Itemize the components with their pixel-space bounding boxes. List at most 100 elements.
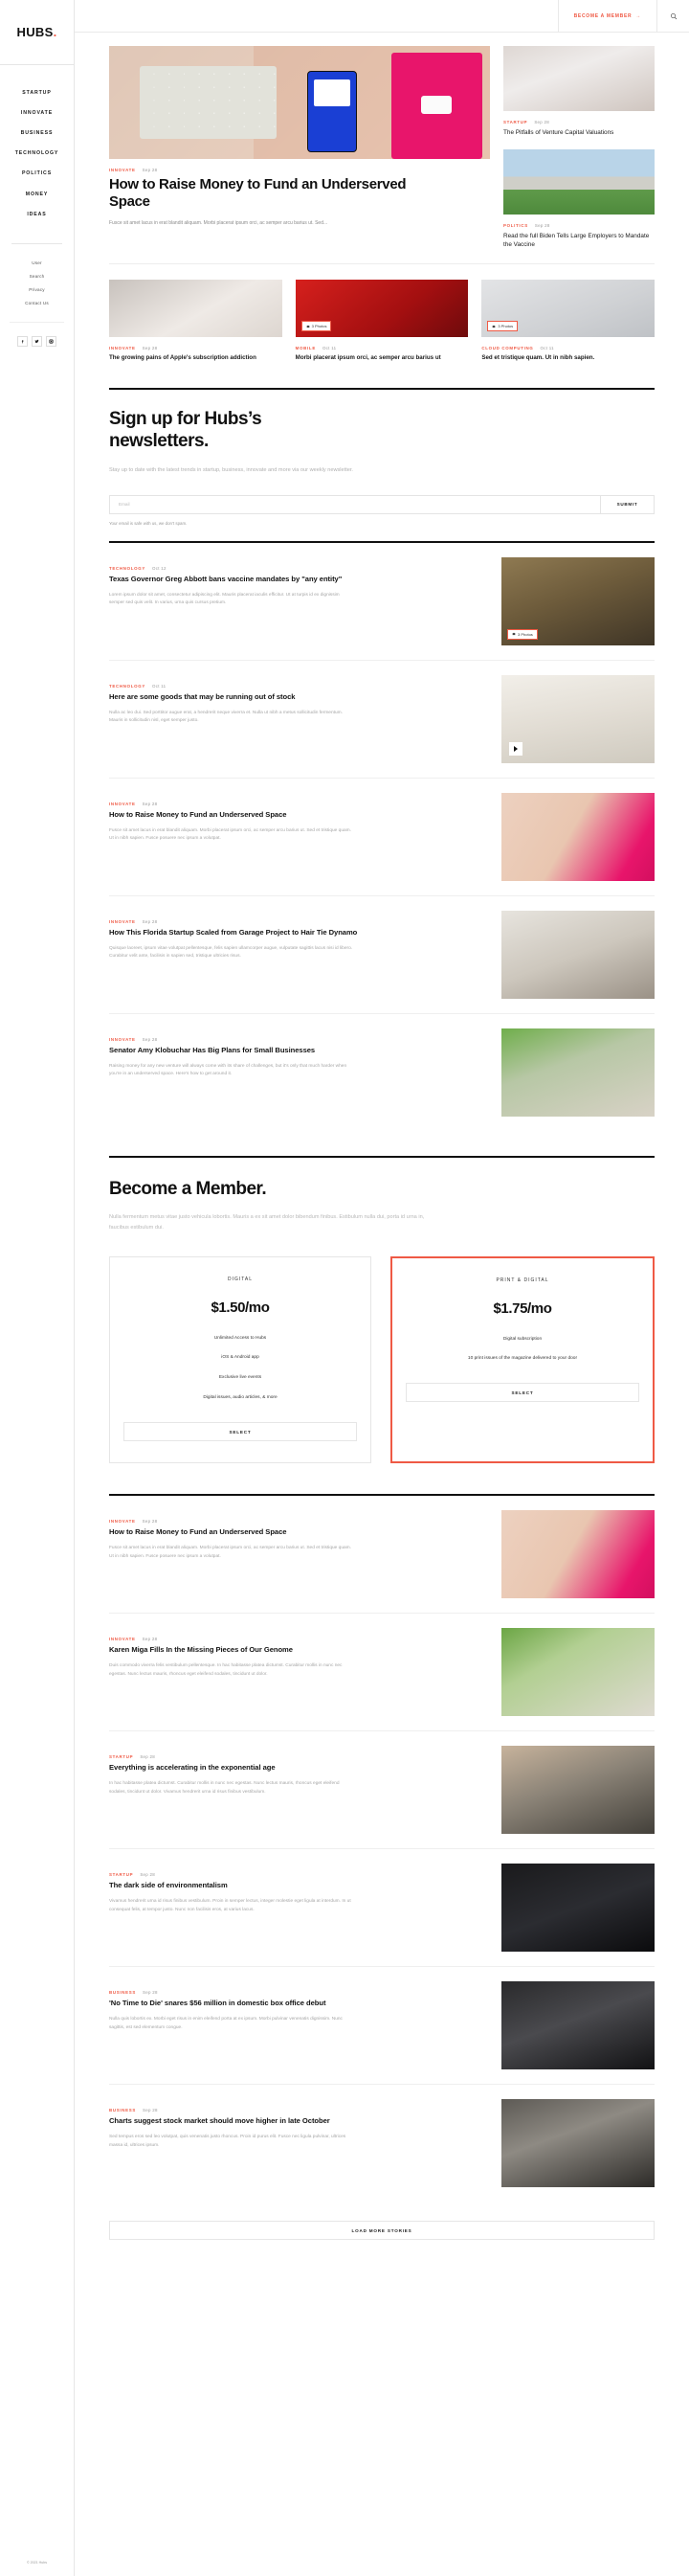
plan-feature: 10 print issues of the magazine delivere… [467,1356,578,1362]
search-button[interactable] [656,0,689,33]
hero-meta: INNOVATE Sep 28 [109,168,490,172]
article-list-item[interactable]: INNOVATE Sep 28 Senator Amy Klobuchar Ha… [109,1014,655,1131]
become-a-member-button[interactable]: BECOME A MEMBER → [557,0,656,33]
sidebar-link-search[interactable]: Search [0,270,74,283]
hero-image [109,46,490,159]
plan-card-digital[interactable]: DIGITAL $1.50/mo Unlimited Access to Hub… [109,1255,371,1464]
photos-badge-label: 3 Photos [311,324,327,329]
featured-card-category[interactable]: CLOUD COMPUTING [481,346,533,350]
article-category[interactable]: BUSINESS [109,2108,136,2113]
article-meta: STARTUP Sep 28 [109,1872,488,1877]
instagram-icon[interactable] [46,336,56,348]
featured-card-title[interactable]: Morbi placerat ipsum orci, ac semper arc… [296,354,469,363]
newsletter-email-input[interactable]: Email [110,496,600,513]
article-excerpt: Nulla ac leo dui. Sed porttitor augue er… [109,710,343,724]
article-category[interactable]: STARTUP [109,1872,133,1877]
sidebar-link-privacy[interactable]: Privacy [0,283,74,297]
side-card-category[interactable]: POLITICS [503,223,528,228]
article-category[interactable]: TECHNOLOGY [109,684,145,689]
newsletter-submit-button[interactable]: SUBMIT [600,495,654,513]
arrow-right-icon: → [635,12,641,19]
sidebar-item-technology[interactable]: TECHNOLOGY [0,144,74,164]
article-category[interactable]: INNOVATE [109,802,136,806]
sidebar-item-innovate[interactable]: INNOVATE [0,102,74,123]
plan-feature: Exclusive live events [218,1375,262,1381]
side-card-title[interactable]: The Pitfalls of Venture Capital Valuatio… [503,128,655,137]
article-title[interactable]: The dark side of environmentalism [109,1881,488,1891]
article-title[interactable]: Here are some goods that may be running … [109,692,488,703]
article-title[interactable]: Texas Governor Greg Abbott bans vaccine … [109,575,488,585]
article-excerpt: Raising money for any new venture will a… [109,1063,347,1077]
article-title[interactable]: Charts suggest stock market should move … [109,2116,488,2127]
article-category[interactable]: INNOVATE [109,1037,136,1042]
article-title[interactable]: 'No Time to Die' snares $56 million in d… [109,1999,488,2009]
sidebar-link-user[interactable]: User [0,256,74,269]
featured-card-title[interactable]: Sed et tristique quam. Ut in nibh sapien… [481,354,655,363]
article-title[interactable]: How This Florida Startup Scaled from Gar… [109,928,488,938]
article-title[interactable]: How to Raise Money to Fund an Underserve… [109,810,488,821]
sidebar-item-money[interactable]: MONEY [0,184,74,204]
logo[interactable]: HUBS. [0,0,74,65]
article-meta: BUSINESS Sep 28 [109,2108,488,2113]
article-text: INNOVATE Sep 28 How to Raise Money to Fu… [109,793,488,845]
side-card[interactable]: POLITICS Sep 28 Read the full Biden Tell… [503,149,655,249]
article-text: INNOVATE Sep 28 Karen Miga Fills In the … [109,1628,488,1680]
sidebar-item-ideas[interactable]: IDEAS [0,204,74,224]
featured-card[interactable]: INNOVATE Sep 28 The growing pains of App… [109,280,282,363]
article-category[interactable]: INNOVATE [109,1637,136,1641]
hero-article[interactable]: INNOVATE Sep 28 How to Raise Money to Fu… [109,46,490,249]
hero-category[interactable]: INNOVATE [109,168,136,172]
featured-card[interactable]: 3 Photos MOBILE Oct 11 Morbi placerat ip… [295,280,469,363]
article-category[interactable]: TECHNOLOGY [109,566,145,571]
facebook-icon[interactable] [17,336,28,348]
play-icon[interactable] [509,741,522,756]
copyright: © 2021 Hubs [26,2561,48,2565]
featured-card-image: 3 Photos [295,280,469,338]
article-list-item[interactable]: INNOVATE Sep 28 Karen Miga Fills In the … [109,1614,655,1732]
twitter-icon[interactable] [32,336,42,348]
plan-card-print-and-digital[interactable]: PRINT & DIGITAL $1.75/mo Digital subscri… [390,1255,655,1464]
article-list-item[interactable]: INNOVATE Sep 28 How to Raise Money to Fu… [109,779,655,896]
featured-card-title[interactable]: The growing pains of Apple's subscriptio… [109,354,282,363]
side-card-date: Sep 28 [534,223,550,229]
load-more-stories-button[interactable]: LOAD MORE STORIES [109,2221,655,2241]
featured-card-category[interactable]: MOBILE [296,346,316,350]
article-date: Sep 28 [143,1990,158,1996]
article-thumbnail: 3 Photos [501,556,655,645]
side-card[interactable]: STARTUP Sep 28 The Pitfalls of Venture C… [503,46,655,137]
article-text: STARTUP Sep 28 The dark side of environm… [109,1864,488,1915]
article-list-bottom: INNOVATE Sep 28 How to Raise Money to Fu… [109,1496,655,2202]
article-category[interactable]: INNOVATE [109,1519,136,1524]
side-card-meta: POLITICS Sep 28 [503,223,655,228]
article-list-item[interactable]: INNOVATE Sep 28 How to Raise Money to Fu… [109,1496,655,1615]
article-list-item[interactable]: TECHNOLOGY Oct 12 Texas Governor Greg Ab… [109,543,655,661]
sidebar-item-startup[interactable]: STARTUP [0,82,74,102]
article-list-item[interactable]: BUSINESS Sep 28 Charts suggest stock mar… [109,2085,655,2202]
plan-select-button[interactable]: SELECT [123,1422,357,1442]
hero-title[interactable]: How to Raise Money to Fund an Underserve… [109,176,425,212]
article-title[interactable]: Everything is accelerating in the expone… [109,1763,488,1774]
article-list-item[interactable]: INNOVATE Sep 28 How This Florida Startup… [109,896,655,1014]
article-title[interactable]: How to Raise Money to Fund an Underserve… [109,1527,488,1538]
newsletter-form: Email SUBMIT [109,494,655,514]
article-category[interactable]: BUSINESS [109,1990,136,1995]
plan-select-button[interactable]: SELECT [406,1383,639,1403]
article-title[interactable]: Karen Miga Fills In the Missing Pieces o… [109,1645,488,1656]
article-category[interactable]: INNOVATE [109,919,136,924]
sidebar-item-business[interactable]: BUSINESS [0,123,74,143]
article-list-item[interactable]: BUSINESS Sep 28 'No Time to Die' snares … [109,1967,655,2086]
article-list-item[interactable]: STARTUP Sep 28 Everything is acceleratin… [109,1731,655,1850]
article-category[interactable]: STARTUP [109,1754,133,1759]
article-text: BUSINESS Sep 28 'No Time to Die' snares … [109,1981,488,2033]
newsletter-note: Your email is safe with us, we don’t spa… [109,520,188,526]
featured-card[interactable]: 3 Photos CLOUD COMPUTING Oct 11 Sed et t… [481,280,656,363]
sidebar-item-politics[interactable]: POLITICS [0,164,74,184]
article-list-item[interactable]: TECHNOLOGY Oct 11 Here are some goods th… [109,661,655,779]
side-card-title[interactable]: Read the full Biden Tells Large Employer… [503,232,655,249]
featured-card-category[interactable]: INNOVATE [109,346,136,350]
article-list-item[interactable]: STARTUP Sep 28 The dark side of environm… [109,1849,655,1968]
article-text: STARTUP Sep 28 Everything is acceleratin… [109,1746,488,1797]
article-title[interactable]: Senator Amy Klobuchar Has Big Plans for … [109,1046,488,1056]
sidebar-link-contact-us[interactable]: Contact Us [0,297,74,310]
side-card-category[interactable]: STARTUP [503,120,527,124]
